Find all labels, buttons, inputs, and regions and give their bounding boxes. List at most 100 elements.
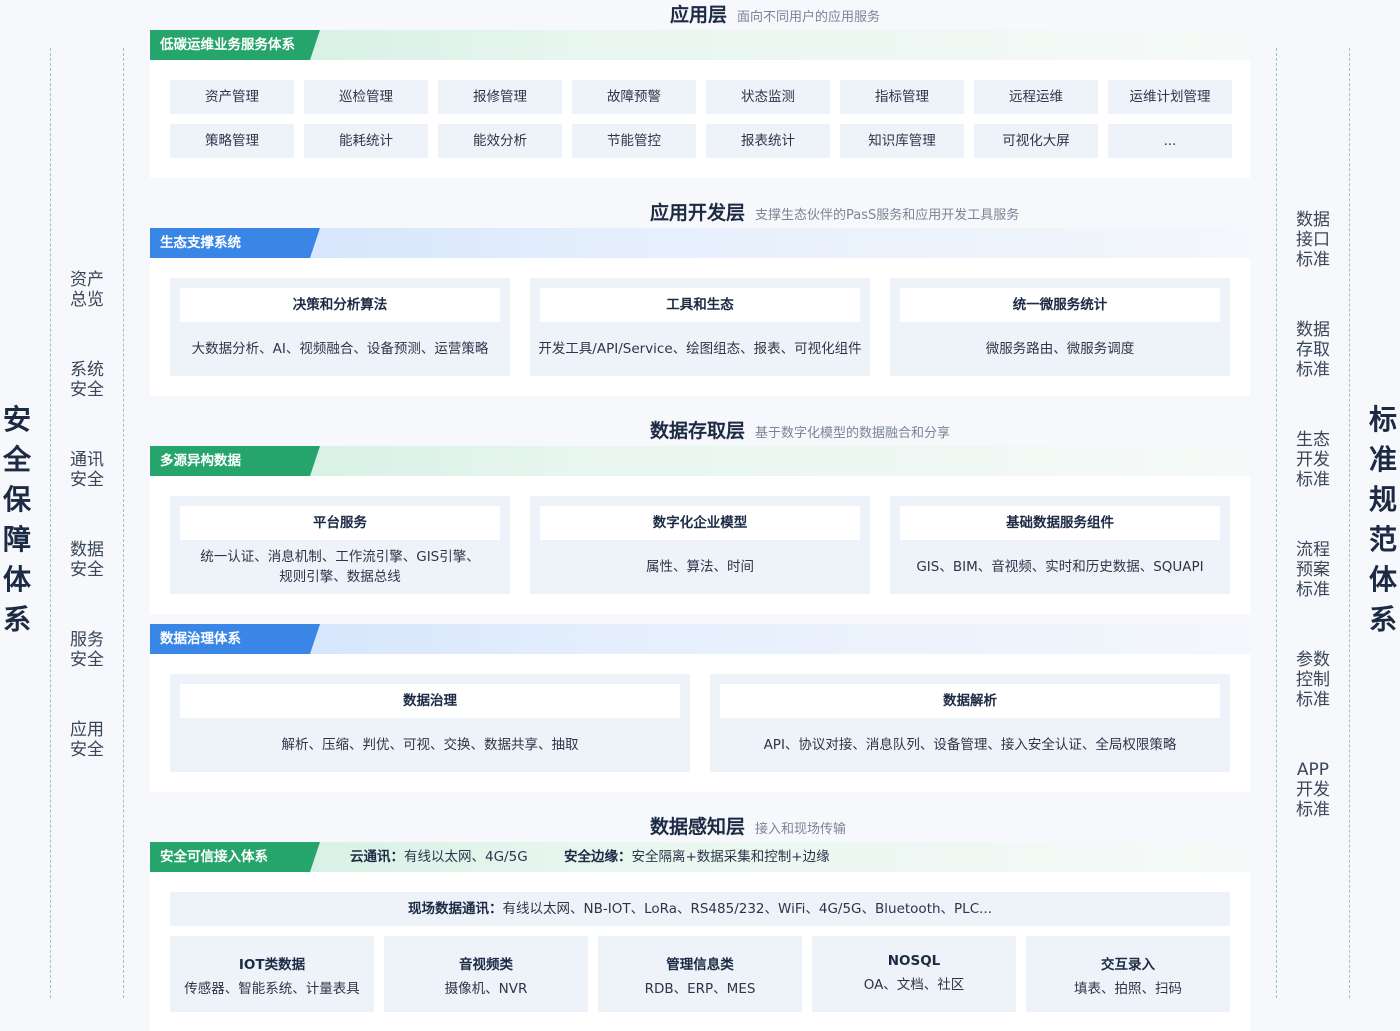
right-item-eco-dev-std: 生态 开发 标准: [1296, 430, 1330, 490]
app-layer-subtitle: 面向不同用户的应用服务: [737, 10, 881, 25]
field-comm-label: 现场数据通讯：: [408, 901, 503, 917]
perception-layer-band-label: 安全可信接入体系: [150, 842, 320, 872]
card-title: 统一微服务统计: [900, 288, 1220, 322]
data-card-base-components: 基础数据服务组件 GIS、BIM、音视频、实时和历史数据、SQUAPI: [890, 496, 1230, 594]
perception-layer-heading: 数据感知层 接入和现场传输: [650, 812, 846, 838]
app-item-energy-stats: 能耗统计: [304, 124, 428, 158]
card-desc: 传感器、智能系统、计量表具: [184, 981, 360, 997]
app-layer-heading: 应用层 面向不同用户的应用服务: [670, 0, 880, 26]
left-item-asset-overview: 资产 总览: [70, 270, 104, 310]
dev-card-tools-ecosystem: 工具和生态 开发工具/API/Service、绘图组态、报表、可视化组件: [530, 278, 870, 376]
right-divider-outer: [1349, 48, 1350, 998]
edge-security-label: 安全边缘：: [564, 849, 632, 865]
perception-card-mgmt-info: 管理信息类 RDB、ERP、MES: [598, 936, 802, 1012]
right-system-title: 标 准 规 范 体 系: [1368, 403, 1397, 636]
left-divider-inner: [123, 48, 124, 998]
card-desc: 微服务路由、微服务调度: [985, 341, 1135, 357]
dev-card-microservice-stats: 统一微服务统计 微服务路由、微服务调度: [890, 278, 1230, 376]
app-item-efficiency-analysis: 能效分析: [438, 124, 562, 158]
field-comm-value: 有线以太网、NB-IOT、LoRa、RS485/232、WiFi、4G/5G、B…: [502, 901, 993, 917]
card-desc: 开发工具/API/Service、绘图组态、报表、可视化组件: [538, 341, 862, 357]
dev-layer-band: 生态支撑系统: [150, 228, 1250, 258]
card-title: IOT类数据: [238, 957, 306, 973]
right-divider-inner: [1276, 48, 1277, 998]
app-item-report-stats: 报表统计: [706, 124, 830, 158]
app-item-more: ...: [1108, 124, 1232, 158]
app-item-knowledge-base: 知识库管理: [840, 124, 964, 158]
dev-layer-subtitle: 支撑生态伙伴的PasS服务和应用开发工具服务: [755, 208, 1020, 223]
app-item-visual-screen: 可视化大屏: [974, 124, 1098, 158]
edge-security-line: 安全边缘：安全隔离+数据采集和控制+边缘: [564, 842, 830, 872]
data-layer-band: 多源异构数据: [150, 446, 1250, 476]
card-title: 交互录入: [1101, 957, 1155, 973]
right-item-data-access-std: 数据 存取 标准: [1296, 320, 1330, 380]
card-title: 音视频类: [459, 957, 513, 973]
right-item-param-control-std: 参数 控制 标准: [1296, 650, 1330, 710]
app-layer-band-label: 低碳运维业务服务体系: [150, 30, 320, 60]
right-item-process-plan-std: 流程 预案 标准: [1296, 540, 1330, 600]
field-comm-bar: 现场数据通讯：有线以太网、NB-IOT、LoRa、RS485/232、WiFi、…: [170, 892, 1230, 926]
perception-layer-title: 数据感知层: [650, 816, 746, 838]
card-desc: OA、文档、社区: [863, 977, 965, 993]
app-layer-band: 低碳运维业务服务体系: [150, 30, 1250, 60]
card-title: 数字化企业模型: [540, 506, 860, 540]
card-desc: 大数据分析、AI、视频融合、设备预测、运营策略: [191, 341, 489, 357]
card-desc: 填表、拍照、扫码: [1074, 981, 1182, 997]
data-layer-subtitle: 基于数字化模型的数据融合和分享: [755, 426, 951, 441]
perception-card-iot: IOT类数据 传感器、智能系统、计量表具: [170, 936, 374, 1012]
card-desc: 解析、压缩、判优、可视、交换、数据共享、抽取: [281, 737, 579, 753]
app-item-strategy-mgmt: 策略管理: [170, 124, 294, 158]
app-item-repair-mgmt: 报修管理: [438, 80, 562, 114]
data-card-digital-model: 数字化企业模型 属性、算法、时间: [530, 496, 870, 594]
card-title: 数据治理: [180, 684, 680, 718]
governance-card-data-governance: 数据治理 解析、压缩、判优、可视、交换、数据共享、抽取: [170, 674, 690, 772]
perception-layer-band: 安全可信接入体系 云通讯：有线以太网、4G/5G 安全边缘：安全隔离+数据采集和…: [150, 842, 1250, 872]
app-item-ops-plan-mgmt: 运维计划管理: [1108, 80, 1232, 114]
app-item-inspection-mgmt: 巡检管理: [304, 80, 428, 114]
app-item-metric-mgmt: 指标管理: [840, 80, 964, 114]
data-card-platform-services: 平台服务 统一认证、消息机制、工作流引擎、GIS引擎、 规则引擎、数据总线: [170, 496, 510, 594]
cloud-comm-value: 有线以太网、4G/5G: [404, 849, 528, 865]
dev-layer-heading: 应用开发层 支撑生态伙伴的PasS服务和应用开发工具服务: [650, 198, 1019, 224]
card-title: 工具和生态: [540, 288, 860, 322]
left-item-app-security: 应用 安全: [70, 720, 104, 760]
perception-card-audio-video: 音视频类 摄像机、NVR: [384, 936, 588, 1012]
edge-security-value: 安全隔离+数据采集和控制+边缘: [631, 849, 830, 865]
card-desc: 属性、算法、时间: [646, 559, 754, 575]
app-item-remote-ops: 远程运维: [974, 80, 1098, 114]
perception-card-nosql: NOSQL OA、文档、社区: [812, 936, 1016, 1012]
dev-card-decision-algorithms: 决策和分析算法 大数据分析、AI、视频融合、设备预测、运营策略: [170, 278, 510, 376]
right-item-data-interface-std: 数据 接口 标准: [1296, 210, 1330, 270]
perception-layer-subtitle: 接入和现场传输: [755, 822, 847, 837]
left-divider-outer: [50, 48, 51, 998]
app-item-status-monitor: 状态监测: [706, 80, 830, 114]
app-layer-title: 应用层: [670, 4, 728, 26]
card-desc: RDB、ERP、MES: [644, 981, 756, 997]
app-layer-panel: [150, 60, 1250, 178]
card-desc: 统一认证、消息机制、工作流引擎、GIS引擎、 规则引擎、数据总线: [200, 549, 480, 585]
left-item-comm-security: 通讯 安全: [70, 450, 104, 490]
card-desc: 摄像机、NVR: [444, 981, 528, 997]
cloud-comm-line: 云通讯：有线以太网、4G/5G: [350, 842, 528, 872]
data-layer-heading: 数据存取层 基于数字化模型的数据融合和分享: [650, 416, 950, 442]
left-item-system-security: 系统 安全: [70, 360, 104, 400]
card-title: NOSQL: [887, 953, 941, 969]
data-layer-band-label: 多源异构数据: [150, 446, 320, 476]
governance-band: 数据治理体系: [150, 624, 1250, 654]
cloud-comm-label: 云通讯：: [350, 849, 404, 865]
right-item-app-dev-std: APP 开发 标准: [1296, 760, 1330, 820]
card-desc: GIS、BIM、音视频、实时和历史数据、SQUAPI: [916, 559, 1204, 575]
card-title: 平台服务: [180, 506, 500, 540]
left-item-service-security: 服务 安全: [70, 630, 104, 670]
app-item-asset-mgmt: 资产管理: [170, 80, 294, 114]
card-desc: API、协议对接、消息队列、设备管理、接入安全认证、全局权限策略: [763, 737, 1177, 753]
governance-card-data-parsing: 数据解析 API、协议对接、消息队列、设备管理、接入安全认证、全局权限策略: [710, 674, 1230, 772]
left-item-data-security: 数据 安全: [70, 540, 104, 580]
dev-layer-band-label: 生态支撑系统: [150, 228, 320, 258]
card-title: 管理信息类: [666, 957, 734, 973]
card-title: 决策和分析算法: [180, 288, 500, 322]
data-layer-title: 数据存取层: [650, 420, 746, 442]
card-title: 数据解析: [720, 684, 1220, 718]
card-title: 基础数据服务组件: [900, 506, 1220, 540]
app-item-fault-warning: 故障预警: [572, 80, 696, 114]
